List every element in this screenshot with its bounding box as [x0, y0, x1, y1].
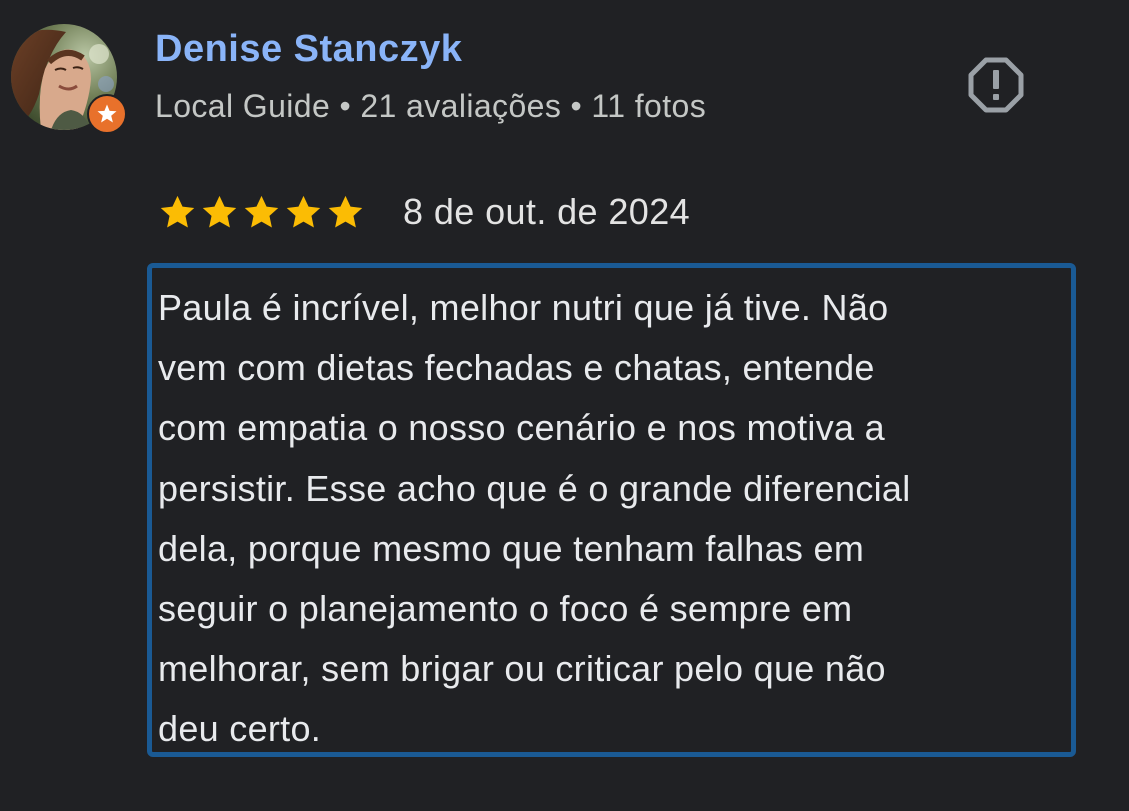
star-rating: [158, 193, 365, 232]
review-text: Paula é incrível, melhor nutri que já ti…: [158, 278, 1065, 760]
review-text-line: Paula é incrível, melhor nutri que já ti…: [158, 287, 889, 328]
reviewer-name[interactable]: Denise Stanczyk: [155, 28, 462, 71]
review-text-line: deu certo.: [158, 708, 322, 750]
star-icon: [160, 195, 195, 227]
review-text-box: Paula é incrível, melhor nutri que já ti…: [147, 263, 1076, 757]
star-icon: [202, 195, 237, 227]
review-text-line: persistir. Esse acho que é o grande dife…: [158, 467, 911, 509]
star-icon: [286, 195, 321, 227]
review-text-line: dela, porque mesmo que tenham falhas em: [158, 527, 865, 569]
reviewer-avatar[interactable]: [11, 24, 127, 134]
rating-row: 8 de out. de 2024: [158, 188, 690, 236]
badge-star-icon: [97, 104, 117, 123]
review-text-line: melhorar, sem brigar ou criticar pelo qu…: [158, 648, 886, 690]
star-icon: [328, 195, 363, 227]
star-icon: [244, 195, 279, 227]
review-card: Denise Stanczyk Local Guide • 21 avaliaç…: [0, 0, 1129, 811]
report-review-button[interactable]: [966, 55, 1026, 115]
reviewer-meta: Local Guide • 21 avaliações • 11 fotos: [155, 88, 707, 124]
review-date: 8 de out. de 2024: [403, 191, 691, 232]
review-text-line: vem com dietas fechadas e chatas, entend…: [158, 347, 875, 389]
local-guide-badge-icon: [87, 94, 127, 134]
report-octagon-icon: [968, 57, 1024, 113]
review-text-line: com empatia o nosso cenário e nos motiva…: [158, 407, 885, 449]
review-text-line: seguir o planejamento o foco é sempre em: [158, 588, 853, 630]
